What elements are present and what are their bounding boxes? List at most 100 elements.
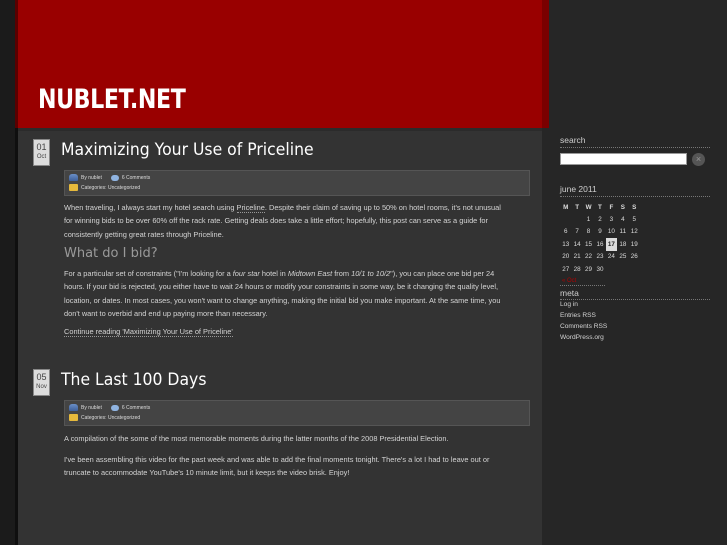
post-subheading: What do I bid? bbox=[64, 246, 158, 261]
search-heading: search bbox=[560, 135, 586, 145]
meta-heading: meta bbox=[560, 288, 579, 298]
user-icon bbox=[69, 404, 78, 411]
calendar-day: 24 bbox=[607, 253, 615, 261]
header-divider bbox=[18, 128, 542, 131]
calendar-day: 5 bbox=[632, 216, 637, 224]
text-line: don't want to overbid and end up paying … bbox=[64, 308, 268, 318]
post-meta-author-row: By nublet 6 Comments bbox=[69, 174, 150, 181]
calendar-day: 21 bbox=[573, 253, 581, 261]
meta-link-wordpress[interactable]: WordPress.org bbox=[560, 334, 604, 341]
text-run: "), you can place one bid per 24 bbox=[390, 269, 495, 278]
calendar-day: 6 bbox=[563, 228, 568, 236]
post-title[interactable]: The Last 100 Days bbox=[61, 370, 206, 390]
text-emphasis: Midtown East bbox=[287, 269, 333, 278]
comment-bubble-icon bbox=[110, 174, 119, 181]
calendar-heading-rule bbox=[560, 196, 710, 197]
calendar-day: 13 bbox=[562, 240, 570, 248]
calendar-day bbox=[617, 263, 628, 275]
meta-link-login[interactable]: Log in bbox=[560, 301, 578, 308]
calendar-week: 20 21 22 23 24 25 26 bbox=[560, 251, 640, 263]
text-run: from bbox=[332, 269, 352, 278]
calendar-day: 8 bbox=[586, 228, 591, 236]
calendar-days: 1 2 3 4 5 6 7 8 9 10 11 12 13 14 15 16 17 18 19 20 21 22 23 24 2… bbox=[560, 213, 640, 275]
text-run: . Despite their claim of saving up to 50… bbox=[264, 203, 501, 212]
calendar-day: 10 bbox=[607, 228, 615, 236]
post-meta-author-row: By nublet 6 Comments bbox=[69, 404, 150, 411]
calendar-day: 3 bbox=[609, 216, 614, 224]
calendar-weekday: S bbox=[620, 203, 625, 211]
calendar-week: 6 7 8 9 10 11 12 bbox=[560, 226, 640, 238]
calendar-day: 29 bbox=[585, 265, 593, 273]
calendar-day: 7 bbox=[575, 228, 579, 236]
calendar-week: 13 14 15 16 17 18 19 bbox=[560, 238, 640, 251]
calendar-heading: june 2011 bbox=[560, 184, 597, 194]
meta-link-entries-rss[interactable]: Entries RSS bbox=[560, 312, 596, 319]
calendar-day: 1 bbox=[586, 216, 591, 224]
search-heading-rule bbox=[560, 147, 710, 148]
calendar-day bbox=[560, 213, 571, 225]
calendar-day-today: 17 bbox=[605, 238, 618, 251]
post-comments-link[interactable]: 6 Comments bbox=[122, 405, 150, 411]
meta-link-comments-rss[interactable]: Comments RSS bbox=[560, 323, 607, 330]
post-title[interactable]: Maximizing Your Use of Priceline bbox=[61, 140, 314, 160]
calendar-day: 15 bbox=[585, 240, 593, 248]
post-paragraph: A compilation of the some of the most me… bbox=[64, 432, 532, 445]
clear-search-icon[interactable]: × bbox=[692, 153, 705, 166]
post-author[interactable]: By nublet bbox=[81, 175, 102, 181]
calendar-day: 9 bbox=[598, 228, 602, 236]
post-paragraph: When traveling, I always start my hotel … bbox=[64, 201, 532, 241]
text-emphasis: four star bbox=[232, 269, 260, 278]
post-month: Oct bbox=[36, 154, 47, 160]
calendar-footer-rule bbox=[560, 285, 605, 286]
calendar-day: 27 bbox=[562, 265, 570, 273]
text-emphasis: 10/1 to 10/2 bbox=[351, 269, 391, 278]
post-meta-box: By nublet 6 Comments Categories: Uncateg… bbox=[64, 400, 530, 426]
text-line: consistently getting great rates through… bbox=[64, 229, 224, 239]
calendar-day: 25 bbox=[619, 253, 627, 261]
calendar-day: 4 bbox=[621, 216, 625, 224]
site-header-left-edge bbox=[15, 0, 18, 128]
priceline-link[interactable]: Priceline bbox=[236, 203, 265, 213]
calendar-day: 22 bbox=[585, 253, 593, 261]
post-meta-category-row: Categories: Uncategorized bbox=[69, 414, 140, 421]
calendar-weekday-row: MTWTFSS bbox=[560, 201, 640, 213]
calendar-day: 12 bbox=[630, 228, 638, 236]
post-comments-link[interactable]: 6 Comments bbox=[122, 175, 150, 181]
post-categories[interactable]: Categories: Uncategorized bbox=[81, 415, 140, 421]
post-month: Nov bbox=[36, 384, 47, 390]
post-date-badge: 05 Nov bbox=[33, 369, 50, 396]
calendar-day: 11 bbox=[619, 228, 627, 236]
text-line: truncate to accommodate YouTube's 10 min… bbox=[64, 468, 350, 478]
post-categories[interactable]: Categories: Uncategorized bbox=[81, 185, 140, 191]
calendar-day: 20 bbox=[562, 253, 570, 261]
post-meta-category-row: Categories: Uncategorized bbox=[69, 184, 140, 191]
calendar-weekday: W bbox=[585, 203, 592, 211]
search-input[interactable] bbox=[560, 153, 687, 165]
continue-reading-link[interactable]: Continue reading 'Maximizing Your Use of… bbox=[64, 327, 233, 337]
text-line: hours. If your bid is rejected, you eith… bbox=[64, 282, 499, 292]
user-icon bbox=[69, 174, 78, 181]
calendar-day: 2 bbox=[598, 216, 602, 224]
calendar-day bbox=[571, 213, 582, 225]
calendar-day: 14 bbox=[573, 240, 581, 248]
calendar-day: 26 bbox=[630, 253, 638, 261]
calendar-day: 23 bbox=[596, 253, 604, 261]
text-line: for winning bids to be over 60% off the … bbox=[64, 216, 488, 226]
meta-heading-rule bbox=[560, 299, 710, 300]
calendar-day: 30 bbox=[596, 265, 604, 273]
site-header-edge bbox=[542, 0, 549, 128]
outer-frame-left bbox=[0, 0, 15, 545]
post-day: 05 bbox=[36, 372, 47, 382]
calendar-weekday: S bbox=[632, 203, 637, 211]
calendar-day: 28 bbox=[573, 265, 581, 273]
calendar-prev-link[interactable]: « Oct bbox=[562, 278, 576, 284]
calendar-weekday: T bbox=[575, 203, 580, 211]
calendar-table: MTWTFSS 1 2 3 4 5 6 7 8 9 10 11 12 13 14 15 16 17 18 19 20 2… bbox=[560, 201, 640, 275]
calendar-day: 18 bbox=[619, 240, 627, 248]
calendar-day bbox=[606, 263, 617, 275]
post-paragraph: For a particular set of constraints ("I'… bbox=[64, 267, 532, 320]
calendar-day bbox=[629, 263, 640, 275]
post-author[interactable]: By nublet bbox=[81, 405, 102, 411]
folder-icon bbox=[69, 184, 78, 191]
site-title[interactable]: NUBLET.NET bbox=[38, 84, 186, 115]
